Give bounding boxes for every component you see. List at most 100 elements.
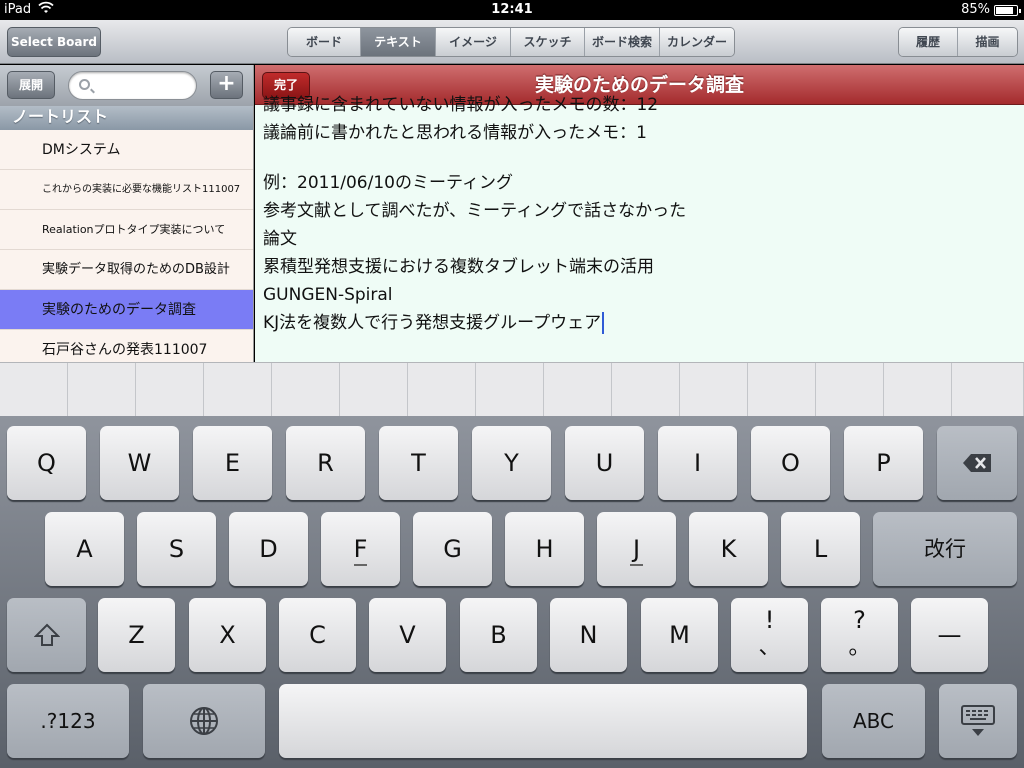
key-i[interactable]: I (658, 426, 737, 500)
comma-label: 、 (758, 635, 781, 660)
text-line-last: KJ法を複数人で行う発想支援グループウェア (263, 309, 1013, 337)
note-item[interactable]: 実験データ取得のためのDB設計 (0, 250, 253, 290)
numbers-key[interactable]: .?123 (7, 684, 129, 758)
text-line: 累積型発想支援における複数タブレット端末の活用 (263, 257, 654, 277)
battery-percent: 85% (961, 2, 990, 17)
key-u[interactable]: U (565, 426, 644, 500)
candidate-slot[interactable] (476, 363, 544, 417)
candidate-slot[interactable] (204, 363, 272, 417)
sidebar-toolbar: 展開 + (0, 65, 253, 106)
draw-button[interactable]: 描画 (958, 28, 1017, 56)
note-sidebar: 展開 + ノートリスト DMシステム これからの実装に必要な機能リスト11100… (0, 65, 254, 362)
note-item-selected[interactable]: 実験のためのデータ調査 (0, 290, 253, 330)
text-line (263, 147, 1013, 169)
dash-key[interactable]: — (911, 598, 988, 672)
candidate-slot[interactable] (408, 363, 476, 417)
tab-calendar[interactable]: カレンダー (660, 28, 734, 56)
note-text-area[interactable]: 議事録に含まれていない情報が入ったメモの数：12 議論前に書かれたと思われる情報… (263, 95, 1013, 337)
note-list-header: ノートリスト (0, 106, 253, 130)
key-v[interactable]: V (369, 598, 446, 672)
candidate-slot[interactable] (68, 363, 136, 417)
exclamation-label: ! (764, 606, 775, 634)
tab-text[interactable]: テキスト (361, 28, 436, 56)
key-a[interactable]: A (45, 512, 124, 586)
expand-button[interactable]: 展開 (7, 71, 55, 99)
question-period-key[interactable]: ? 。 (821, 598, 898, 672)
note-item[interactable]: DMシステム (0, 130, 253, 170)
candidate-slot[interactable] (816, 363, 884, 417)
candidate-slot[interactable] (748, 363, 816, 417)
battery-fill (996, 7, 1013, 14)
candidate-slot[interactable] (612, 363, 680, 417)
key-l[interactable]: L (781, 512, 860, 586)
select-board-button[interactable]: Select Board (7, 27, 101, 57)
candidate-slot[interactable] (680, 363, 748, 417)
candidate-slot[interactable] (136, 363, 204, 417)
note-item[interactable]: これからの実装に必要な機能リスト111007 (0, 170, 253, 210)
candidate-slot[interactable] (544, 363, 612, 417)
note-editor: 実験のためのデータ調査 完了 議事録に含まれていない情報が入ったメモの数：12 … (255, 65, 1024, 362)
key-n[interactable]: N (550, 598, 627, 672)
key-t[interactable]: T (379, 426, 458, 500)
key-w[interactable]: W (100, 426, 179, 500)
text-line: GUNGEN-Spiral (263, 285, 393, 305)
key-q[interactable]: Q (7, 426, 86, 500)
text-line: 議論前に書かれたと思われる情報が入ったメモ：1 (263, 123, 647, 143)
backspace-key[interactable] (937, 426, 1017, 500)
space-key[interactable] (279, 684, 807, 758)
tab-board-search[interactable]: ボード検索 (585, 28, 660, 56)
note-item[interactable]: Realationプロトタイプ実装について (0, 210, 253, 250)
key-e[interactable]: E (193, 426, 272, 500)
tab-image[interactable]: イメージ (436, 28, 511, 56)
key-f[interactable]: F (321, 512, 400, 586)
key-c[interactable]: C (279, 598, 356, 672)
key-o[interactable]: O (751, 426, 830, 500)
key-m[interactable]: M (641, 598, 718, 672)
key-j[interactable]: J (597, 512, 676, 586)
note-list: DMシステム これからの実装に必要な機能リスト111007 Realationプ… (0, 130, 253, 362)
conversion-candidate-bar (0, 362, 1024, 417)
key-z[interactable]: Z (98, 598, 175, 672)
backspace-icon (963, 454, 991, 472)
search-field[interactable] (68, 71, 197, 100)
key-f-label: F (353, 535, 368, 563)
onscreen-keyboard: Q W E R T Y U I O P A S D F G H J K L 改行… (0, 416, 1024, 768)
history-button[interactable]: 履歴 (899, 28, 958, 56)
clock: 12:41 (491, 2, 533, 17)
mode-segmented-control: ボード テキスト イメージ スケッチ ボード検索 カレンダー (287, 27, 735, 57)
abc-key[interactable]: ABC (822, 684, 925, 758)
candidate-slot[interactable] (952, 363, 1024, 417)
candidate-slot[interactable] (884, 363, 952, 417)
tab-sketch[interactable]: スケッチ (511, 28, 585, 56)
candidate-slot[interactable] (272, 363, 340, 417)
return-key[interactable]: 改行 (873, 512, 1017, 586)
add-note-button[interactable]: + (210, 71, 243, 99)
key-p[interactable]: P (844, 426, 923, 500)
history-draw-control: 履歴 描画 (898, 27, 1018, 57)
key-r[interactable]: R (286, 426, 365, 500)
globe-key[interactable] (143, 684, 265, 758)
shift-icon (33, 623, 60, 646)
toolbar: Select Board ボード テキスト イメージ スケッチ ボード検索 カレ… (0, 20, 1024, 64)
note-item[interactable]: 石戸谷さんの発表111007 (0, 330, 253, 362)
search-input[interactable] (97, 76, 192, 96)
text-line: 議事録に含まれていない情報が入ったメモの数：12 (263, 95, 659, 115)
key-k[interactable]: K (689, 512, 768, 586)
key-b[interactable]: B (460, 598, 537, 672)
key-y[interactable]: Y (472, 426, 551, 500)
search-icon (79, 79, 90, 90)
home-row-marker (354, 564, 367, 566)
key-x[interactable]: X (189, 598, 266, 672)
key-g[interactable]: G (413, 512, 492, 586)
candidate-slot[interactable] (340, 363, 408, 417)
shift-key[interactable] (7, 598, 86, 672)
candidate-slot[interactable] (0, 363, 68, 417)
status-bar: iPad 12:41 85% (0, 0, 1024, 20)
key-h[interactable]: H (505, 512, 584, 586)
tab-board[interactable]: ボード (288, 28, 361, 56)
dismiss-keyboard-key[interactable] (939, 684, 1017, 758)
exclamation-comma-key[interactable]: ! 、 (731, 598, 808, 672)
question-label: ? (853, 606, 866, 634)
key-s[interactable]: S (137, 512, 216, 586)
key-d[interactable]: D (229, 512, 308, 586)
